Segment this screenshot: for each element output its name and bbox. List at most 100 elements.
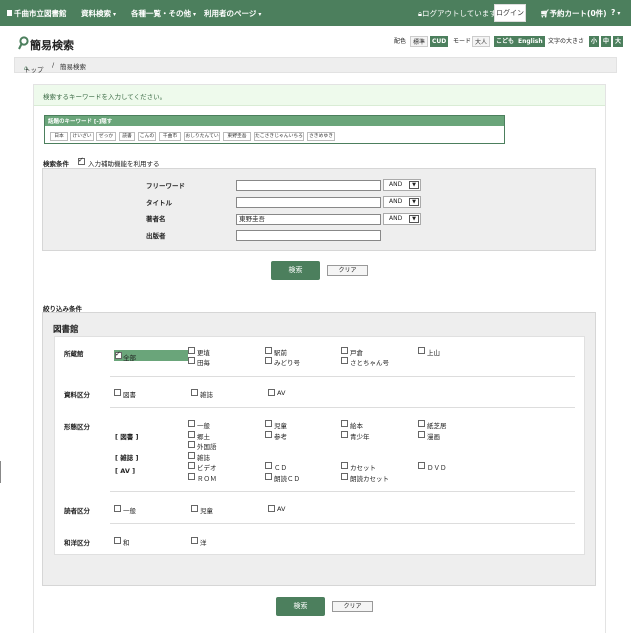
- reader-option: 児童: [200, 507, 213, 515]
- mode-adult-button[interactable]: 大人: [472, 36, 491, 47]
- form-checkbox[interactable]: [188, 431, 195, 438]
- form-option: ＣＤ: [274, 464, 287, 472]
- language-type-label: 和洋区分: [64, 539, 90, 547]
- all-libraries-label: 全部: [123, 354, 136, 362]
- material-type-label: 資料区分: [64, 391, 90, 399]
- font-size-medium-button[interactable]: 中: [601, 36, 611, 47]
- library-checkbox[interactable]: [265, 357, 272, 364]
- reader-option: 一般: [123, 507, 136, 515]
- library-checkbox[interactable]: [188, 357, 195, 364]
- library-checkbox[interactable]: [265, 347, 272, 354]
- form-checkbox[interactable]: [341, 431, 348, 438]
- form-type-label: 形態区分: [64, 423, 90, 431]
- reader-checkbox[interactable]: [268, 505, 275, 512]
- library-checkbox[interactable]: [418, 347, 425, 354]
- form-checkbox[interactable]: [341, 420, 348, 427]
- library-label: みどり号: [274, 359, 300, 367]
- form-checkbox[interactable]: [418, 431, 425, 438]
- form-checkbox[interactable]: [188, 473, 195, 480]
- publisher-label: 出版者: [146, 232, 166, 240]
- library-checkbox[interactable]: [341, 347, 348, 354]
- menu-search[interactable]: 資料検索 ▾: [81, 8, 116, 19]
- breadcrumb: ⌂ トップ / 簡易検索: [14, 57, 617, 74]
- all-libraries-checkbox[interactable]: [115, 350, 122, 359]
- keyword-tag[interactable]: さきめゆき: [307, 132, 335, 141]
- title-operator-select[interactable]: AND ▼: [383, 196, 421, 208]
- form-option: 外国語: [197, 443, 217, 451]
- menu-user-page[interactable]: 利用者のページ ▾: [204, 8, 261, 19]
- search-icon: [18, 36, 29, 50]
- form-checkbox[interactable]: [188, 420, 195, 427]
- keyword-tag[interactable]: 読書: [119, 132, 135, 141]
- library-logo[interactable]: 千曲市立図書館: [7, 8, 67, 19]
- keyword-tag[interactable]: けいざい: [70, 132, 94, 141]
- freeword-operator-select[interactable]: AND ▼: [383, 179, 421, 191]
- material-checkbox[interactable]: [268, 389, 275, 396]
- author-input[interactable]: 東野圭吾: [236, 214, 381, 225]
- keyword-tag[interactable]: ぜっか: [96, 132, 116, 141]
- keyword-header[interactable]: 話題のキーワード [-]隠す: [45, 116, 504, 126]
- font-size-label: 文字の大きさ: [548, 38, 585, 45]
- text-cursor: [0, 461, 1, 483]
- font-size-small-button[interactable]: 小: [589, 36, 599, 47]
- clear-button[interactable]: クリア: [327, 265, 368, 276]
- reservation-cart-link[interactable]: 🛒︎予約カート(0件): [540, 8, 607, 19]
- bottom-search-button[interactable]: 検索: [276, 597, 325, 616]
- form-option: 児童: [274, 422, 287, 430]
- language-option: 洋: [200, 539, 207, 547]
- form-checkbox[interactable]: [265, 431, 272, 438]
- color-cud-button[interactable]: CUD: [430, 36, 449, 47]
- keyword-tag[interactable]: 千曲市: [159, 132, 181, 141]
- keyword-tag[interactable]: 日本: [50, 132, 68, 141]
- form-checkbox[interactable]: [265, 473, 272, 480]
- form-checkbox[interactable]: [188, 452, 195, 459]
- keyword-tag[interactable]: 東野圭吾: [223, 132, 251, 141]
- help-menu[interactable]: ? ▾: [611, 8, 620, 17]
- author-label: 著者名: [146, 215, 166, 223]
- material-checkbox[interactable]: [191, 389, 198, 396]
- library-label: さとちゃん号: [350, 359, 389, 367]
- search-button[interactable]: 検索: [271, 261, 320, 280]
- freeword-input[interactable]: [236, 180, 381, 191]
- form-checkbox[interactable]: [188, 441, 195, 448]
- font-size-large-button[interactable]: 大: [613, 36, 623, 47]
- divider: [110, 376, 575, 377]
- bottom-clear-button[interactable]: クリア: [332, 601, 373, 612]
- cart-icon: 🛒︎: [540, 9, 550, 18]
- keyword-tag[interactable]: たこさきじゃんいちろう: [254, 132, 304, 141]
- form-checkbox[interactable]: [265, 462, 272, 469]
- form-checkbox[interactable]: [418, 420, 425, 427]
- form-checkbox[interactable]: [265, 420, 272, 427]
- reader-checkbox[interactable]: [114, 505, 121, 512]
- login-button[interactable]: ログイン: [494, 4, 526, 22]
- assist-checkbox[interactable]: [78, 156, 85, 165]
- author-operator-select[interactable]: AND ▼: [383, 213, 421, 225]
- keyword-tag[interactable]: おしりたんてい: [184, 132, 220, 141]
- form-option: ビデオ: [197, 464, 217, 472]
- caret-down-icon: ▾: [113, 11, 117, 18]
- menu-lists[interactable]: 各種一覧・その他 ▾: [131, 8, 196, 19]
- freeword-label: フリーワード: [146, 182, 185, 190]
- english-button[interactable]: English: [516, 36, 545, 47]
- language-checkbox[interactable]: [191, 537, 198, 544]
- form-checkbox[interactable]: [188, 462, 195, 469]
- publisher-input[interactable]: [236, 230, 381, 241]
- library-checkbox[interactable]: [188, 347, 195, 354]
- form-checkbox[interactable]: [341, 473, 348, 480]
- mode-label: モード: [453, 38, 472, 45]
- assist-label: 入力補助機能を利用する: [88, 160, 160, 168]
- title-input[interactable]: [236, 197, 381, 208]
- form-checkbox[interactable]: [418, 462, 425, 469]
- form-checkbox[interactable]: [341, 462, 348, 469]
- reader-checkbox[interactable]: [191, 505, 198, 512]
- form-option: 参考: [274, 433, 287, 441]
- caret-down-icon: ▾: [193, 11, 197, 18]
- form-option: 漫画: [427, 433, 440, 441]
- language-checkbox[interactable]: [114, 537, 121, 544]
- title-label: タイトル: [146, 199, 172, 207]
- keyword-tag[interactable]: こんの: [138, 132, 156, 141]
- mode-kids-button[interactable]: こども: [494, 36, 517, 47]
- library-checkbox[interactable]: [341, 357, 348, 364]
- color-standard-button[interactable]: 標準: [410, 36, 429, 47]
- material-checkbox[interactable]: [114, 389, 121, 396]
